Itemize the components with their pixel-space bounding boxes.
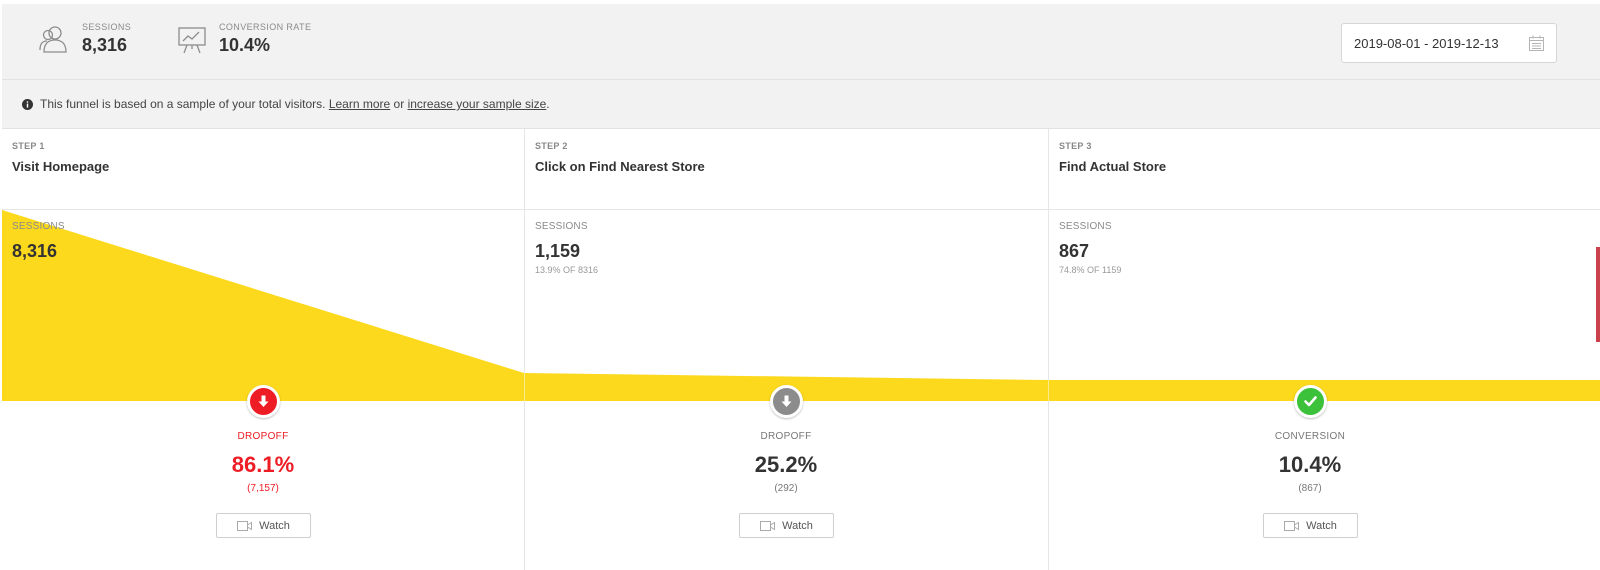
notice-or: or <box>393 97 405 111</box>
funnel-step-1: STEP 1 Visit Homepage SESSIONS 8,316 DRO… <box>2 129 524 570</box>
arrow-down-icon <box>258 395 269 407</box>
step-name: Visit Homepage <box>12 159 110 174</box>
info-icon <box>22 98 33 110</box>
step-label: STEP 3 <box>1059 141 1092 151</box>
video-camera-icon <box>760 520 776 531</box>
step-header: STEP 2 Click on Find Nearest Store <box>525 129 1048 210</box>
watch-button[interactable]: Watch <box>1263 513 1358 538</box>
result-label: DROPOFF <box>237 431 289 442</box>
presentation-chart-icon <box>178 27 206 54</box>
watch-label: Watch <box>782 519 813 532</box>
calendar-icon <box>1529 35 1544 51</box>
result-count: (867) <box>1298 483 1322 494</box>
sessions-value: 8,316 <box>12 241 58 261</box>
feedback-tab-edge[interactable] <box>1596 247 1600 342</box>
step-sessions: SESSIONS 867 74.8% OF 1159 <box>1049 221 1121 275</box>
users-icon <box>39 26 67 53</box>
video-camera-icon <box>1284 520 1300 531</box>
step-sessions: SESSIONS 1,159 13.9% OF 8316 <box>525 221 598 275</box>
sample-notice: This funnel is based on a sample of your… <box>2 80 1600 129</box>
sessions-percent-of-previous: 13.9% OF 8316 <box>535 265 599 275</box>
step-result: DROPOFF 25.2% (292) <box>686 431 886 494</box>
result-value: 10.4% <box>1278 452 1342 477</box>
watch-button[interactable]: Watch <box>216 513 311 538</box>
conversion-rate-stat: CONVERSION RATE 10.4% <box>175 22 311 56</box>
conversion-rate-value: 10.4% <box>219 35 271 55</box>
sessions-label: SESSIONS <box>535 221 588 232</box>
sessions-value: 8,316 <box>82 35 128 55</box>
dropoff-badge <box>770 385 803 418</box>
check-icon <box>1304 396 1317 407</box>
learn-more-link[interactable]: Learn more <box>329 97 390 111</box>
date-range-picker[interactable]: 2019-08-01 - 2019-12-13 <box>1341 23 1557 63</box>
step-label: STEP 2 <box>535 141 568 151</box>
stats-bar: SESSIONS 8,316 CONVERSION RATE 10.4% 201… <box>2 4 1600 80</box>
step-result: DROPOFF 86.1% (7,157) <box>163 431 363 494</box>
dropoff-badge <box>247 385 280 418</box>
conversion-rate-label: CONVERSION RATE <box>219 22 312 32</box>
conversion-badge <box>1294 385 1327 418</box>
funnel-step-3: STEP 3 Find Actual Store SESSIONS 867 74… <box>1049 129 1600 570</box>
step-name: Click on Find Nearest Store <box>535 159 705 174</box>
result-count: (292) <box>774 483 798 494</box>
notice-text: This funnel is based on a sample of your… <box>40 97 326 111</box>
result-label: CONVERSION <box>1274 431 1346 442</box>
watch-label: Watch <box>259 519 290 532</box>
result-label: DROPOFF <box>760 431 812 442</box>
notice-end: . <box>546 97 550 111</box>
sessions-stat: SESSIONS 8,316 <box>38 22 131 56</box>
sessions-value: 867 <box>1059 241 1090 261</box>
arrow-down-icon <box>781 395 792 407</box>
step-name: Find Actual Store <box>1059 159 1167 174</box>
result-value: 86.1% <box>231 452 295 477</box>
video-camera-icon <box>237 520 253 531</box>
sessions-value: 1,159 <box>535 241 581 261</box>
step-sessions: SESSIONS 8,316 <box>2 221 65 262</box>
step-header: STEP 1 Visit Homepage <box>2 129 524 210</box>
step-header: STEP 3 Find Actual Store <box>1049 129 1600 210</box>
step-result: CONVERSION 10.4% (867) <box>1210 431 1410 494</box>
watch-button[interactable]: Watch <box>739 513 834 538</box>
watch-label: Watch <box>1306 519 1337 532</box>
result-value: 25.2% <box>754 452 818 477</box>
funnel-chart: STEP 1 Visit Homepage SESSIONS 8,316 DRO… <box>2 129 1600 570</box>
sessions-label: SESSIONS <box>82 22 132 32</box>
increase-sample-size-link[interactable]: increase your sample size <box>408 97 547 111</box>
sessions-label: SESSIONS <box>12 221 65 232</box>
result-count: (7,157) <box>247 483 279 494</box>
date-range-value: 2019-08-01 - 2019-12-13 <box>1354 35 1499 51</box>
sessions-label: SESSIONS <box>1059 221 1112 232</box>
funnel-step-2: STEP 2 Click on Find Nearest Store SESSI… <box>525 129 1048 570</box>
step-label: STEP 1 <box>12 141 45 151</box>
sessions-percent-of-previous: 74.8% OF 1159 <box>1059 265 1122 275</box>
